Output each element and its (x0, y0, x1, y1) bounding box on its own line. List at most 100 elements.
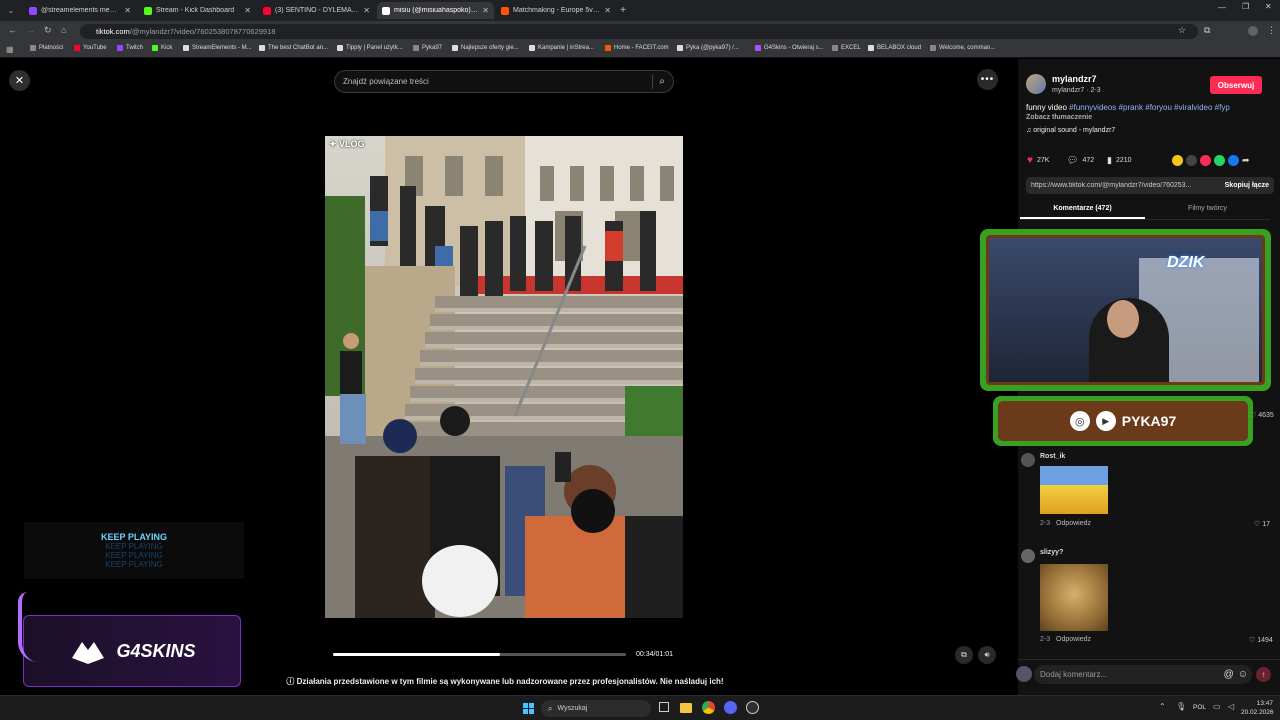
close-video-button[interactable]: ✕ (9, 70, 30, 91)
comment-1-user[interactable]: Rost_ik (1040, 453, 1065, 460)
extensions-icon[interactable]: ⧉ (1204, 25, 1210, 36)
start-icon[interactable] (523, 703, 534, 714)
maximize-button[interactable]: ❐ (1242, 2, 1249, 11)
bookmark-11[interactable]: Pyka (@pyka97) /... (677, 45, 739, 51)
back-icon[interactable]: ← (8, 25, 17, 35)
forward-icon[interactable]: → (26, 25, 35, 35)
sound-row[interactable]: ♫ original sound - mylandzr7 (1026, 127, 1115, 134)
volume-icon[interactable]: 🔊︎ (978, 646, 996, 664)
window-close-button[interactable]: ✕ (1265, 2, 1272, 11)
speaker-icon[interactable]: ◁ (1228, 702, 1234, 711)
comment-1-avatar[interactable] (1021, 453, 1035, 467)
close-icon[interactable]: ✕ (363, 6, 370, 15)
send-comment-button[interactable]: ↑ (1256, 667, 1271, 682)
tab-creator-videos[interactable]: Filmy twórcy (1145, 205, 1270, 212)
mic-icon[interactable]: 🎙︎ (1176, 702, 1186, 711)
new-tab-button[interactable]: + (617, 3, 629, 17)
bookmark-0[interactable]: Płatności (30, 45, 63, 51)
star-icon[interactable]: ☆ (1178, 25, 1186, 36)
send-icon[interactable] (1200, 155, 1211, 166)
hashtag-fyp[interactable]: #fyp (1215, 103, 1230, 112)
coin-icon[interactable] (1172, 155, 1183, 166)
hashtag-foryou[interactable]: #foryou (1145, 103, 1172, 112)
bookmark-7[interactable]: Pyka97 (413, 45, 442, 51)
comment-2-likes[interactable]: ♡ 1494 (1249, 636, 1273, 644)
language-indicator[interactable]: POL (1193, 704, 1206, 711)
bookmark-14[interactable]: BELABOX cloud (868, 45, 921, 51)
pip-icon[interactable]: ⧉ (955, 646, 973, 664)
like-action[interactable]: ♥ 27K (1027, 155, 1049, 166)
tab-search-icon[interactable]: ⌄ (5, 4, 17, 16)
whatsapp-icon[interactable] (1214, 155, 1225, 166)
video-player[interactable]: ✦ VLOG (325, 136, 683, 618)
share-arrow-icon[interactable]: ➦ (1242, 155, 1253, 166)
comment-2-avatar[interactable] (1021, 549, 1035, 563)
tab-1[interactable]: Stream - Kick Dashboard ✕ (139, 2, 256, 19)
hashtag-prank[interactable]: #prank (1119, 103, 1143, 112)
bookmark-8[interactable]: Najlepsze oferty gie... (452, 45, 519, 51)
tab-2[interactable]: (3) SENTINO - DYLEMAT (prod ✕ (258, 2, 375, 19)
g4skins-text: G4SKINS (116, 640, 196, 661)
tab-comments[interactable]: Komentarze (472) (1020, 205, 1145, 212)
hashtag-viralvideo[interactable]: #viralvideo (1174, 103, 1212, 112)
close-icon[interactable]: ✕ (482, 6, 489, 15)
comment-action[interactable]: 💬︎ 472 (1067, 155, 1094, 166)
apps-icon[interactable]: ▦ (6, 45, 14, 54)
author-avatar[interactable] (1026, 74, 1046, 94)
network-icon[interactable]: ▭ (1213, 702, 1221, 711)
follow-button[interactable]: Obserwuj (1210, 76, 1262, 94)
facebook-icon[interactable] (1228, 155, 1239, 166)
address-bar[interactable]: tiktok.com/@mylandzr7/video/760253807877… (80, 24, 1198, 39)
close-icon[interactable]: ✕ (604, 6, 611, 15)
profile-icon[interactable] (1248, 26, 1258, 36)
bookmark-4[interactable]: StreamElements - M... (183, 45, 252, 51)
search-icon[interactable]: ⌕ (659, 76, 665, 87)
author-name[interactable]: mylandzr7 (1052, 74, 1097, 84)
related-search-box[interactable]: Znajdź powiązane treści ⌕ (334, 70, 674, 93)
embed-icon[interactable] (1186, 155, 1197, 166)
chrome-icon[interactable] (702, 701, 715, 714)
bookmark-12[interactable]: G4Skins - Otwieraj s... (755, 45, 824, 51)
tray-chevron-icon[interactable]: ⌃ (1159, 702, 1166, 711)
more-options-button[interactable]: ••• (977, 69, 998, 90)
bookmark-9[interactable]: Kampanie | inStrea... (529, 45, 594, 51)
obs-icon[interactable] (746, 701, 759, 714)
disclaimer-text: Działania przedstawione w tym filmie są … (296, 677, 724, 686)
comment-1-likes[interactable]: ♡ 17 (1254, 520, 1270, 528)
bookmark-1[interactable]: YouTube (74, 45, 107, 51)
menu-icon[interactable]: ⋮ (1267, 25, 1276, 36)
bookmark-6[interactable]: Tipply | Panel użytk... (337, 45, 403, 51)
close-icon[interactable]: ✕ (124, 6, 131, 15)
taskbar-search[interactable]: ⌕ Wyszukaj (541, 700, 651, 717)
comment-1-reply[interactable]: Odpowiedz (1056, 520, 1091, 527)
bookmark-10[interactable]: Home - FACEIT.com (605, 45, 669, 51)
bookmark-13[interactable]: EXCEL (832, 45, 861, 51)
tab-0[interactable]: @streamelements mention ✕ (24, 2, 136, 19)
close-icon[interactable]: ✕ (244, 6, 251, 15)
file-explorer-icon[interactable] (680, 703, 692, 713)
bookmark-15[interactable]: Welcome, comman... (930, 45, 995, 51)
reload-icon[interactable]: ↻ (44, 25, 52, 36)
task-view-icon[interactable] (659, 702, 669, 712)
save-action[interactable]: ▮ 2210 (1107, 155, 1132, 166)
translate-link[interactable]: Zobacz tłumaczenie (1026, 114, 1092, 121)
mention-icon[interactable]: @ (1224, 669, 1234, 680)
hashtag-funnyvideos[interactable]: #funnyvideos (1069, 103, 1116, 112)
emoji-icon[interactable]: ☺ (1238, 669, 1248, 680)
bookmark-2[interactable]: Twitch (117, 45, 143, 51)
comment-2-reply[interactable]: Odpowiedz (1056, 636, 1091, 643)
folder-icon (832, 45, 838, 51)
home-icon[interactable]: ⌂ (61, 25, 66, 35)
minimize-button[interactable]: — (1218, 3, 1226, 12)
discord-icon[interactable] (724, 701, 737, 714)
tab-4[interactable]: Matchmaking - Europe 5v5 Qu ✕ (496, 2, 616, 19)
bookmark-3[interactable]: Kick (152, 45, 172, 51)
bookmark-5[interactable]: The best ChatBot an... (259, 45, 328, 51)
tab-3-active[interactable]: misiu (@misiuahaspoko) | Ti ✕ (377, 2, 494, 19)
copy-link-button[interactable]: Skopiuj łącze (1220, 182, 1274, 189)
clock[interactable]: 13:47 20.02.2026 (1241, 699, 1274, 717)
comment-2-user[interactable]: slizyy? (1040, 549, 1063, 556)
video-progress-bar[interactable] (333, 653, 626, 656)
comment-input[interactable]: Dodaj komentarz... @ ☺ (1034, 665, 1252, 684)
comment-like-partial[interactable]: ♡ 4635 (1250, 411, 1274, 419)
